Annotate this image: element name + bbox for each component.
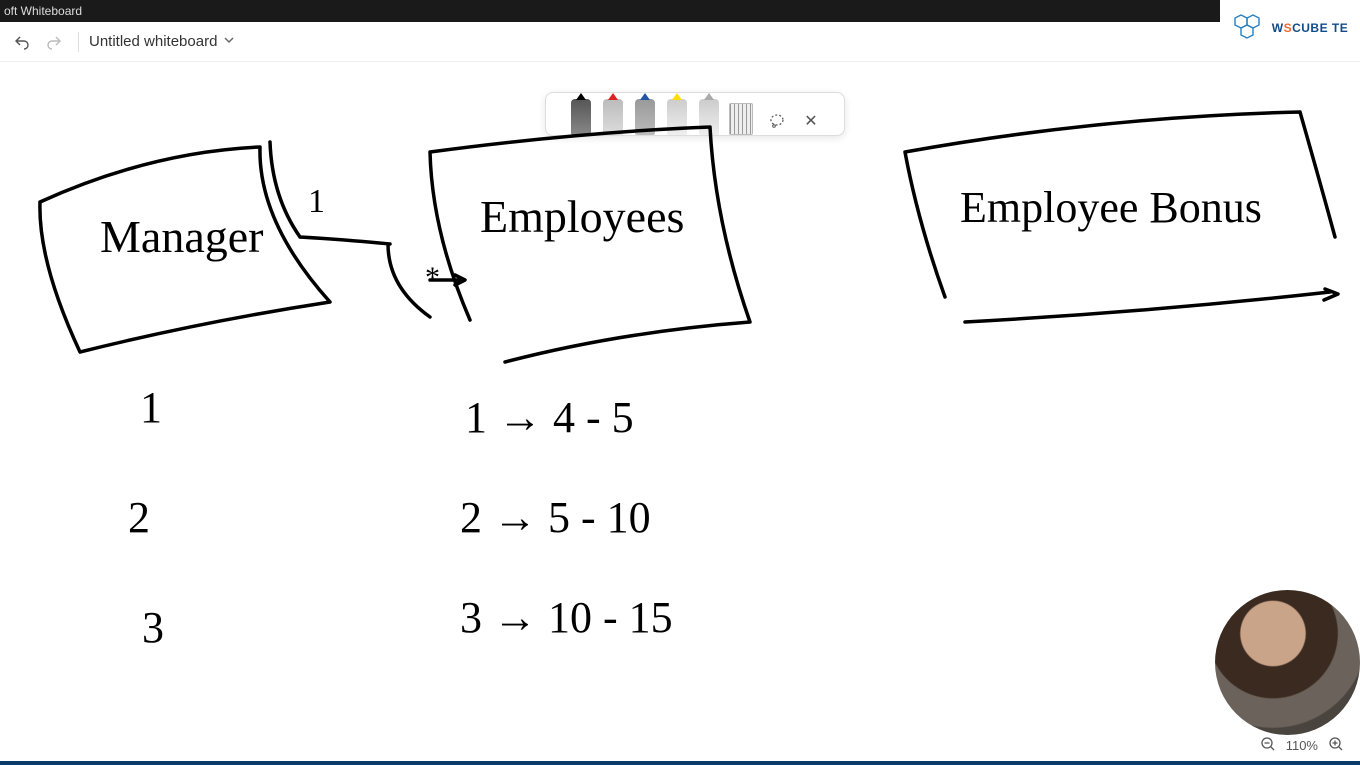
svg-text:Employee Bonus: Employee Bonus [960, 183, 1262, 232]
svg-text:*: * [425, 261, 440, 294]
chevron-down-icon [223, 33, 235, 50]
svg-text:3: 3 [142, 603, 164, 652]
hex-logo-icon [1232, 13, 1268, 43]
redo-icon [46, 34, 62, 50]
document-title: Untitled whiteboard [89, 33, 217, 50]
window-titlebar: oft Whiteboard [0, 0, 1360, 22]
undo-icon [14, 34, 30, 50]
zoom-out-button[interactable] [1260, 736, 1276, 755]
svg-text:3 → 10 - 15: 3 → 10 - 15 [460, 593, 673, 642]
zoom-controls: 110% [1252, 732, 1352, 759]
brand-text: WSCUBE TE [1272, 21, 1349, 35]
undo-button[interactable] [8, 28, 36, 56]
svg-text:Employees: Employees [480, 191, 684, 242]
header-separator [78, 32, 79, 52]
zoom-in-icon [1328, 736, 1344, 752]
app-header: Untitled whiteboard [0, 22, 1360, 62]
svg-text:1 → 4 - 5: 1 → 4 - 5 [465, 393, 634, 442]
document-title-button[interactable]: Untitled whiteboard [89, 33, 235, 50]
svg-text:2: 2 [128, 493, 150, 542]
window-title: oft Whiteboard [4, 4, 82, 18]
webcam-overlay [1215, 590, 1360, 735]
redo-button[interactable] [40, 28, 68, 56]
svg-text:Manager: Manager [100, 211, 263, 262]
svg-text:2 → 5 - 10: 2 → 5 - 10 [460, 493, 651, 542]
zoom-in-button[interactable] [1328, 736, 1344, 755]
ink-drawing: Manager Employees Employee Bonus 1 * 1 2… [0, 62, 1360, 762]
whiteboard-canvas[interactable]: ✕ Manager Employees Employee Bonus 1 * 1… [0, 62, 1360, 765]
svg-text:1: 1 [308, 183, 325, 220]
zoom-level: 110% [1286, 738, 1318, 753]
zoom-out-icon [1260, 736, 1276, 752]
brand-logo: WSCUBE TE [1220, 0, 1360, 55]
bottom-strip [0, 761, 1360, 765]
svg-text:1: 1 [140, 383, 162, 432]
